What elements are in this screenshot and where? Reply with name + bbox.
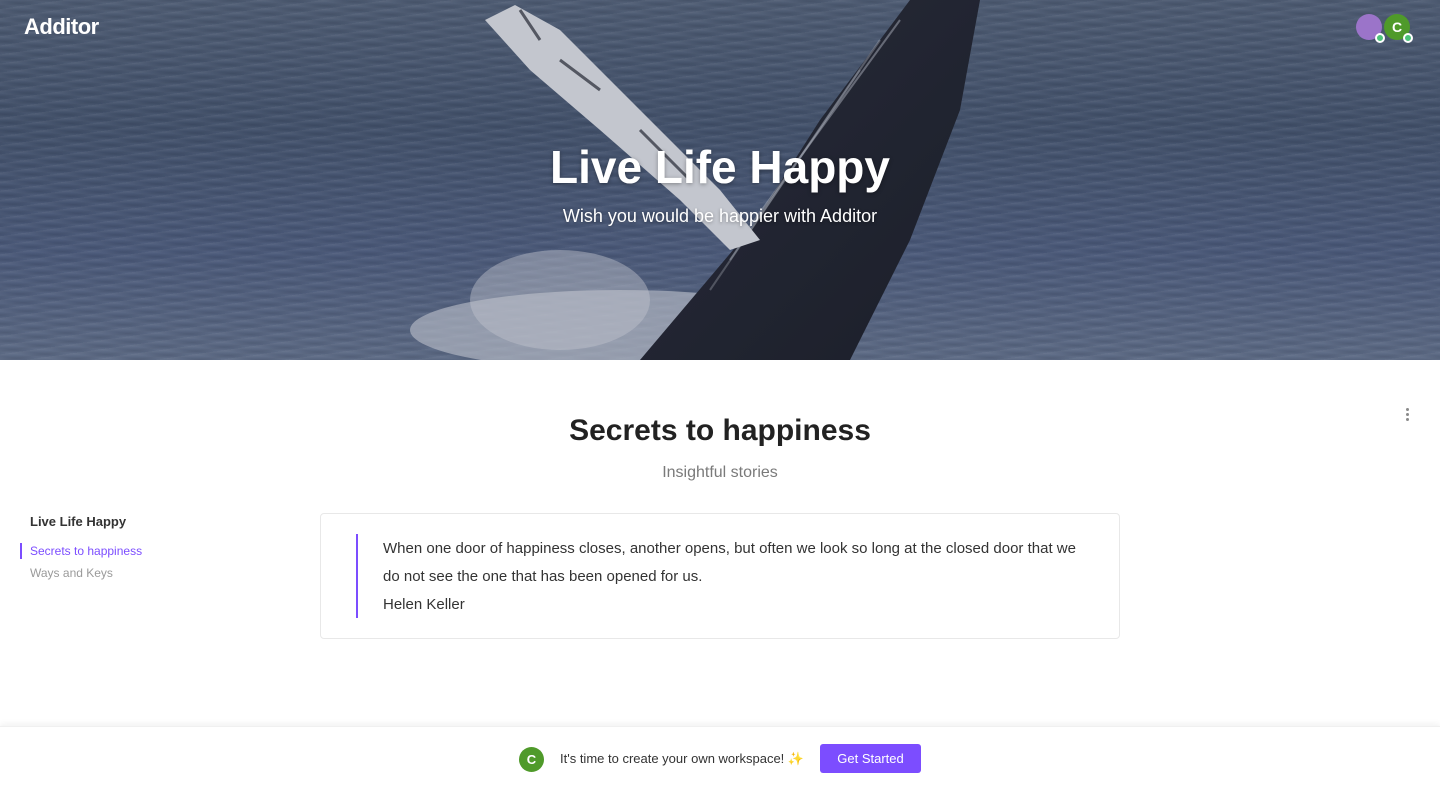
get-started-button[interactable]: Get Started (820, 744, 921, 773)
quote-author[interactable]: Helen Keller (383, 591, 465, 619)
quote-text[interactable]: When one door of happiness closes, anoth… (383, 535, 1083, 591)
toc-item-ways-and-keys[interactable]: Ways and Keys (20, 565, 260, 581)
table-of-contents: Live Life Happy Secrets to happiness Way… (20, 514, 260, 587)
hero-title: Live Life Happy (550, 141, 890, 193)
hero-subtitle: Wish you would be happier with Additor (562, 206, 878, 226)
quote-card: When one door of happiness closes, anoth… (320, 513, 1120, 639)
avatar[interactable]: C (1384, 14, 1413, 43)
avatar: C (519, 747, 544, 772)
page-title: Secrets to happiness (569, 414, 871, 447)
collaborator-avatars: C (1356, 14, 1413, 43)
bottom-cta-bar: C It's time to create your own workspace… (0, 726, 1440, 790)
cta-message: It's time to create your own workspace! … (560, 751, 805, 766)
online-status-icon (1403, 33, 1413, 43)
avatar[interactable] (1356, 14, 1385, 43)
toc-item-secrets-to-happiness[interactable]: Secrets to happiness (20, 543, 260, 559)
avatar-initial: C (1391, 19, 1403, 35)
page-subtitle: Insightful stories (662, 464, 778, 481)
app-logo[interactable]: Additor (24, 14, 99, 40)
hero-banner: Additor C Live Life Happy Wish you would… (0, 0, 1440, 360)
quote-bar (356, 534, 358, 618)
online-status-icon (1375, 33, 1385, 43)
toc-heading[interactable]: Live Life Happy (20, 514, 260, 529)
